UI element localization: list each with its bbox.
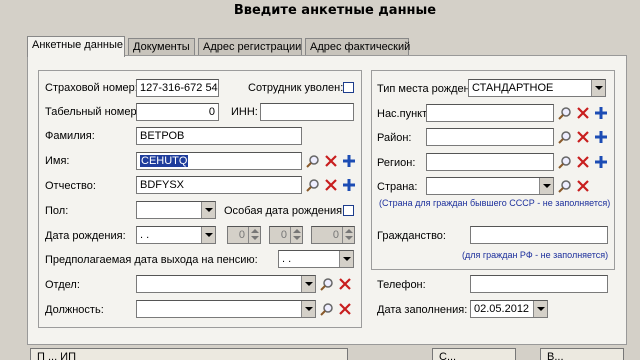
tab-documents[interactable]: Документы — [128, 38, 195, 56]
chevron-down-icon[interactable] — [339, 251, 353, 267]
spin-arrows-icon — [342, 227, 354, 243]
name-field[interactable]: CEHUTQ — [136, 152, 302, 170]
personnel-number-label: Табельный номер: — [45, 106, 140, 118]
chevron-down-icon[interactable] — [591, 80, 605, 96]
add-icon[interactable] — [594, 155, 608, 169]
surname-field[interactable]: ВЕТРОВ — [136, 127, 302, 145]
birth-day-spinner: 0 — [227, 226, 261, 244]
delete-icon[interactable] — [338, 302, 352, 316]
special-birth-date-checkbox[interactable] — [343, 205, 354, 216]
phone-field[interactable] — [470, 275, 608, 293]
fill-date-field[interactable]: 02.05.2012 — [470, 300, 548, 318]
chevron-down-icon[interactable] — [201, 202, 215, 218]
delete-icon[interactable] — [324, 154, 338, 168]
tab-actual-address[interactable]: Адрес фактический — [305, 38, 410, 56]
delete-icon[interactable] — [576, 106, 590, 120]
sex-label: Пол: — [45, 205, 69, 217]
search-icon[interactable] — [320, 302, 334, 316]
save-button[interactable]: С... — [432, 348, 516, 360]
personnel-number-field[interactable]: 0 — [136, 103, 219, 121]
country-note: (Страна для граждан бывшего СССР - не за… — [379, 198, 611, 208]
country-select[interactable] — [426, 177, 554, 195]
district-field[interactable] — [426, 128, 554, 146]
exit-button[interactable]: В... — [540, 348, 624, 360]
add-icon[interactable] — [594, 130, 608, 144]
delete-icon[interactable] — [338, 277, 352, 291]
search-icon[interactable] — [558, 106, 572, 120]
insurance-number-label: Страховой номер: — [45, 82, 138, 94]
birthplace-type-label: Тип места рожден: — [377, 83, 473, 95]
spin-arrows-icon — [248, 227, 260, 243]
bottom-left-button[interactable]: П ... ИП — [30, 348, 348, 360]
spin-arrows-icon — [290, 227, 302, 243]
position-label: Должность: — [45, 304, 104, 316]
patronymic-label: Отчество: — [45, 180, 96, 192]
birth-date-field[interactable]: . . — [136, 226, 216, 244]
delete-icon[interactable] — [324, 178, 338, 192]
birthplace-type-select[interactable]: СТАНДАРТНОЕ — [468, 79, 606, 97]
inn-field[interactable] — [260, 103, 354, 121]
position-select[interactable] — [136, 300, 316, 318]
tab-registration-address[interactable]: Адрес регистрации — [198, 38, 302, 56]
chevron-down-icon[interactable] — [533, 301, 547, 317]
add-icon[interactable] — [342, 154, 356, 168]
tab-personal-data[interactable]: Анкетные данные — [27, 36, 125, 57]
birth-month-spinner: 0 — [269, 226, 303, 244]
chevron-down-icon[interactable] — [201, 227, 215, 243]
chevron-down-icon[interactable] — [301, 301, 315, 317]
search-icon[interactable] — [558, 155, 572, 169]
department-label: Отдел: — [45, 279, 80, 291]
citizenship-label: Гражданство: — [377, 230, 446, 242]
country-label: Страна: — [377, 181, 418, 193]
name-label: Имя: — [45, 155, 70, 167]
employee-fired-checkbox[interactable] — [343, 82, 354, 93]
phone-label: Телефон: — [377, 279, 426, 291]
search-icon[interactable] — [558, 179, 572, 193]
search-icon[interactable] — [320, 277, 334, 291]
name-selected-text: CEHUTQ — [140, 155, 189, 167]
sex-select[interactable] — [136, 201, 216, 219]
search-icon[interactable] — [558, 130, 572, 144]
delete-icon[interactable] — [576, 130, 590, 144]
search-icon[interactable] — [306, 178, 320, 192]
region-label: Регион: — [377, 157, 416, 169]
citizenship-note: (для граждан РФ - не заполняется) — [462, 250, 609, 260]
employee-fired-label: Сотрудник уволен: — [248, 82, 344, 94]
fill-date-label: Дата заполнения: — [377, 304, 468, 316]
pension-date-field[interactable]: . . — [278, 250, 354, 268]
locality-field[interactable] — [426, 104, 554, 122]
surname-label: Фамилия: — [45, 130, 95, 142]
district-label: Район: — [377, 132, 412, 144]
add-icon[interactable] — [342, 178, 356, 192]
chevron-down-icon[interactable] — [539, 178, 553, 194]
patronymic-field[interactable]: BDFYSX — [136, 176, 302, 194]
window-title: Введите анкетные данные — [233, 3, 437, 18]
department-select[interactable] — [136, 275, 316, 293]
locality-label: Нас.пункт: — [377, 108, 431, 120]
region-field[interactable] — [426, 153, 554, 171]
chevron-down-icon[interactable] — [301, 276, 315, 292]
search-icon[interactable] — [306, 154, 320, 168]
citizenship-field[interactable] — [470, 226, 608, 244]
insurance-number-field[interactable]: 127-316-672 54 — [136, 79, 219, 97]
delete-icon[interactable] — [576, 155, 590, 169]
pension-date-label: Предполагаемая дата выхода на пенсию: — [45, 254, 258, 266]
birth-year-spinner: 0 — [311, 226, 355, 244]
special-birth-date-label: Особая дата рождения: — [224, 205, 346, 217]
add-icon[interactable] — [594, 106, 608, 120]
inn-label: ИНН: — [231, 106, 258, 118]
birth-date-label: Дата рождения: — [45, 230, 126, 242]
delete-icon[interactable] — [576, 179, 590, 193]
